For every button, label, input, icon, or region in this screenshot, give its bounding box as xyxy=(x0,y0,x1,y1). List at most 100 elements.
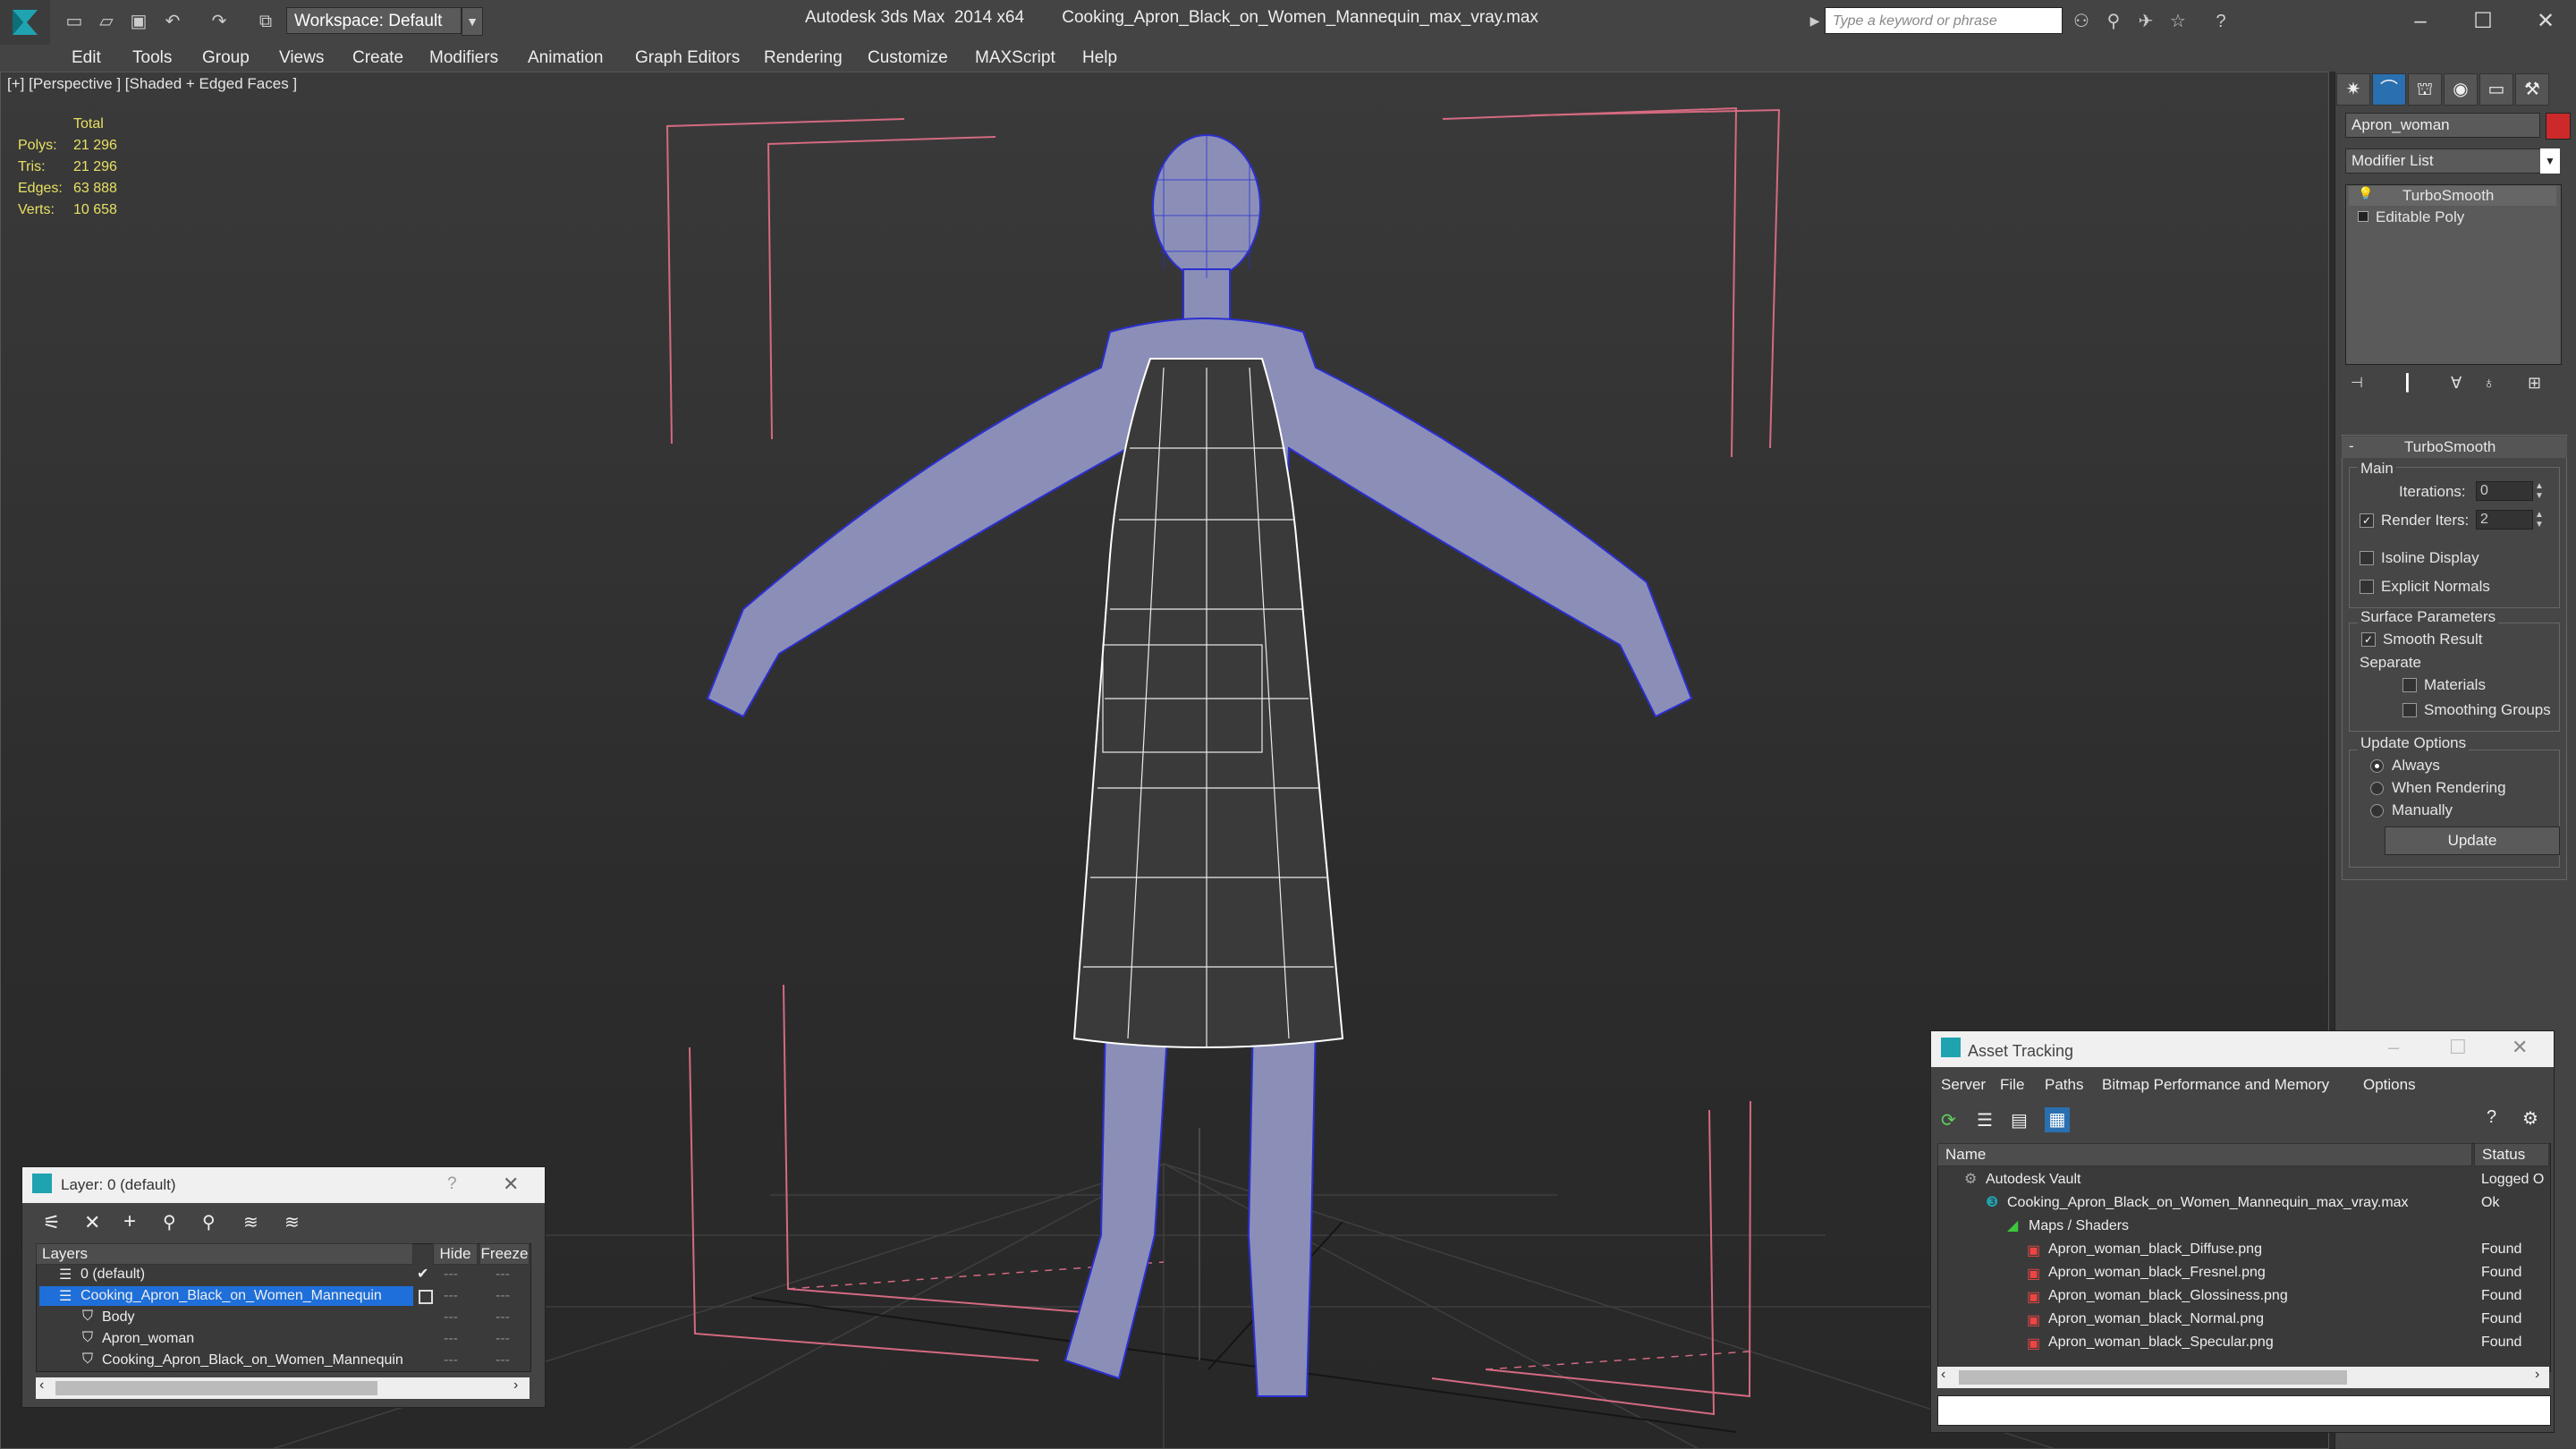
hide-toggle[interactable]: --- xyxy=(444,1352,458,1368)
iterations-spinner[interactable]: 0 xyxy=(2476,481,2533,501)
hide-toggle[interactable]: --- xyxy=(444,1267,458,1283)
asset-row[interactable]: Apron_woman_black_Fresnel.png xyxy=(2048,1265,2266,1281)
menu-edit[interactable]: Edit xyxy=(72,45,101,72)
minimize-button[interactable]: – xyxy=(2394,5,2447,38)
stack-label-editable-poly[interactable]: Editable Poly xyxy=(2376,208,2464,226)
menu-modifiers[interactable]: Modifiers xyxy=(429,45,498,72)
always-radio[interactable] xyxy=(2370,759,2384,773)
expand-icon[interactable] xyxy=(2358,211,2368,222)
lightbulb-icon[interactable]: 💡 xyxy=(2358,186,2373,201)
add-to-layer-icon[interactable]: + xyxy=(123,1209,136,1234)
modifier-list-dropdown[interactable]: Modifier List xyxy=(2345,148,2560,174)
asset-row[interactable]: Apron_woman_black_Specular.png xyxy=(2048,1335,2274,1351)
chevron-left-icon[interactable]: ‹ xyxy=(39,1377,44,1394)
manually-radio[interactable] xyxy=(2370,804,2384,818)
help-icon[interactable]: ? xyxy=(2487,1107,2496,1128)
asset-row[interactable]: Cooking_Apron_Black_on_Women_Mannequin_m… xyxy=(2007,1195,2409,1211)
create-tab-icon[interactable]: ✷ xyxy=(2336,73,2370,106)
freeze-toggle[interactable]: --- xyxy=(496,1267,510,1283)
close-button[interactable]: ✕ xyxy=(2519,5,2572,38)
when-rendering-radio[interactable] xyxy=(2370,782,2384,795)
favorites-icon[interactable]: ☆ xyxy=(2166,10,2190,33)
layer-object-row[interactable]: Apron_woman xyxy=(102,1331,194,1347)
hierarchy-tab-icon[interactable]: ⛫ xyxy=(2408,73,2442,106)
asset-row[interactable]: Maps / Shaders xyxy=(2029,1218,2129,1234)
highlight-layer-icon[interactable]: ⚲ xyxy=(202,1211,216,1233)
minimize-button[interactable]: – xyxy=(2388,1036,2399,1059)
subscription-icon[interactable]: ⚲ xyxy=(2102,10,2125,33)
menu-animation[interactable]: Animation xyxy=(528,45,604,72)
workspace-dropdown[interactable]: Workspace: Default xyxy=(286,7,462,34)
project-folder-icon[interactable]: ⧉ xyxy=(254,10,277,33)
menu-views[interactable]: Views xyxy=(279,45,324,72)
undo-icon[interactable]: ↶ xyxy=(161,10,184,33)
asset-row[interactable]: Autodesk Vault xyxy=(1986,1172,2080,1188)
show-end-result-icon[interactable]: ┃ xyxy=(2402,374,2412,393)
freeze-all-icon[interactable]: ≋ xyxy=(284,1211,300,1233)
utilities-tab-icon[interactable]: ⚒ xyxy=(2515,73,2549,106)
list-view-icon[interactable]: ☰ xyxy=(1977,1109,1993,1131)
hide-all-icon[interactable]: ≋ xyxy=(243,1211,258,1233)
viewport-label[interactable]: [+] [Perspective ] [Shaded + Edged Faces… xyxy=(7,75,297,93)
spinner-arrows-icon[interactable]: ▲ ▼ xyxy=(2535,510,2544,530)
menu-create[interactable]: Create xyxy=(352,45,403,72)
menu-tools[interactable]: Tools xyxy=(132,45,172,72)
update-button[interactable]: Update xyxy=(2385,826,2560,855)
detail-view-icon[interactable]: ▤ xyxy=(2011,1109,2028,1131)
layer-object-row[interactable]: Body xyxy=(102,1309,134,1326)
hide-toggle[interactable]: --- xyxy=(444,1288,458,1304)
pin-stack-icon[interactable]: ⊣ xyxy=(2351,374,2363,392)
motion-tab-icon[interactable]: ◉ xyxy=(2444,73,2478,106)
smoothing-groups-checkbox[interactable] xyxy=(2402,703,2417,717)
display-tab-icon[interactable]: ▭ xyxy=(2479,73,2513,106)
layers-column-header[interactable]: Layers xyxy=(36,1243,413,1265)
object-color-swatch[interactable] xyxy=(2546,113,2571,140)
maximize-button[interactable]: ☐ xyxy=(2449,1036,2467,1059)
menu-help[interactable]: Help xyxy=(1082,45,1117,72)
scrollbar-thumb[interactable] xyxy=(55,1381,377,1395)
settings-icon[interactable]: ⚙ xyxy=(2522,1107,2538,1130)
layer-row[interactable]: 0 (default) xyxy=(80,1267,145,1283)
make-unique-icon[interactable]: ∀ xyxy=(2451,374,2462,393)
explicit-normals-checkbox[interactable] xyxy=(2360,580,2374,594)
name-column-header[interactable]: Name xyxy=(1937,1143,2472,1166)
table-view-icon[interactable]: ▦ xyxy=(2045,1107,2070,1132)
chevron-right-icon[interactable]: ▶ xyxy=(1807,7,1823,34)
hide-toggle[interactable]: --- xyxy=(444,1331,458,1347)
chevron-right-icon[interactable]: › xyxy=(513,1377,518,1394)
materials-checkbox[interactable] xyxy=(2402,678,2417,692)
object-name-field[interactable]: Apron_woman xyxy=(2345,113,2540,138)
hide-column-header[interactable]: Hide xyxy=(433,1243,478,1265)
open-file-icon[interactable]: ▱ xyxy=(95,10,118,33)
menu-maxscript[interactable]: MAXScript xyxy=(975,45,1055,72)
communication-icon[interactable]: ✈ xyxy=(2134,10,2157,33)
asset-path-field[interactable] xyxy=(1937,1395,2551,1426)
close-icon[interactable]: ✕ xyxy=(503,1173,519,1196)
freeze-toggle[interactable]: --- xyxy=(496,1331,510,1347)
rollout-collapse-icon[interactable]: - xyxy=(2349,437,2354,455)
chevron-down-icon[interactable]: ▼ xyxy=(2540,148,2560,174)
search-input[interactable]: Type a keyword or phrase xyxy=(1825,7,2063,34)
menu-rendering[interactable]: Rendering xyxy=(764,45,843,72)
smooth-result-checkbox[interactable]: ✓ xyxy=(2361,632,2376,647)
delete-layer-icon[interactable]: ✕ xyxy=(84,1211,100,1234)
checkmark-icon[interactable]: ✔ xyxy=(417,1265,428,1283)
maximize-button[interactable]: ☐ xyxy=(2456,5,2510,38)
refresh-icon[interactable]: ⟳ xyxy=(1941,1109,1956,1131)
help-icon[interactable]: ? xyxy=(2209,10,2233,33)
hide-toggle[interactable]: --- xyxy=(444,1309,458,1326)
menu-server[interactable]: Server xyxy=(1941,1076,1986,1094)
asset-row[interactable]: Apron_woman_black_Glossiness.png xyxy=(2048,1288,2288,1304)
layer-row[interactable]: Cooking_Apron_Black_on_Women_Mannequin xyxy=(80,1288,382,1304)
scrollbar-thumb[interactable] xyxy=(1959,1370,2347,1385)
close-button[interactable]: ✕ xyxy=(2512,1036,2528,1059)
new-file-icon[interactable]: ▭ xyxy=(63,10,86,33)
app-logo-icon[interactable] xyxy=(0,0,50,45)
isoline-display-checkbox[interactable] xyxy=(2360,551,2374,565)
menu-file[interactable]: File xyxy=(2000,1076,2024,1094)
freeze-column-header[interactable]: Freeze xyxy=(479,1243,530,1265)
render-iters-checkbox[interactable]: ✓ xyxy=(2360,513,2374,528)
redo-icon[interactable]: ↷ xyxy=(208,10,231,33)
select-objects-icon[interactable]: ⚲ xyxy=(163,1211,176,1233)
menu-group[interactable]: Group xyxy=(202,45,250,72)
